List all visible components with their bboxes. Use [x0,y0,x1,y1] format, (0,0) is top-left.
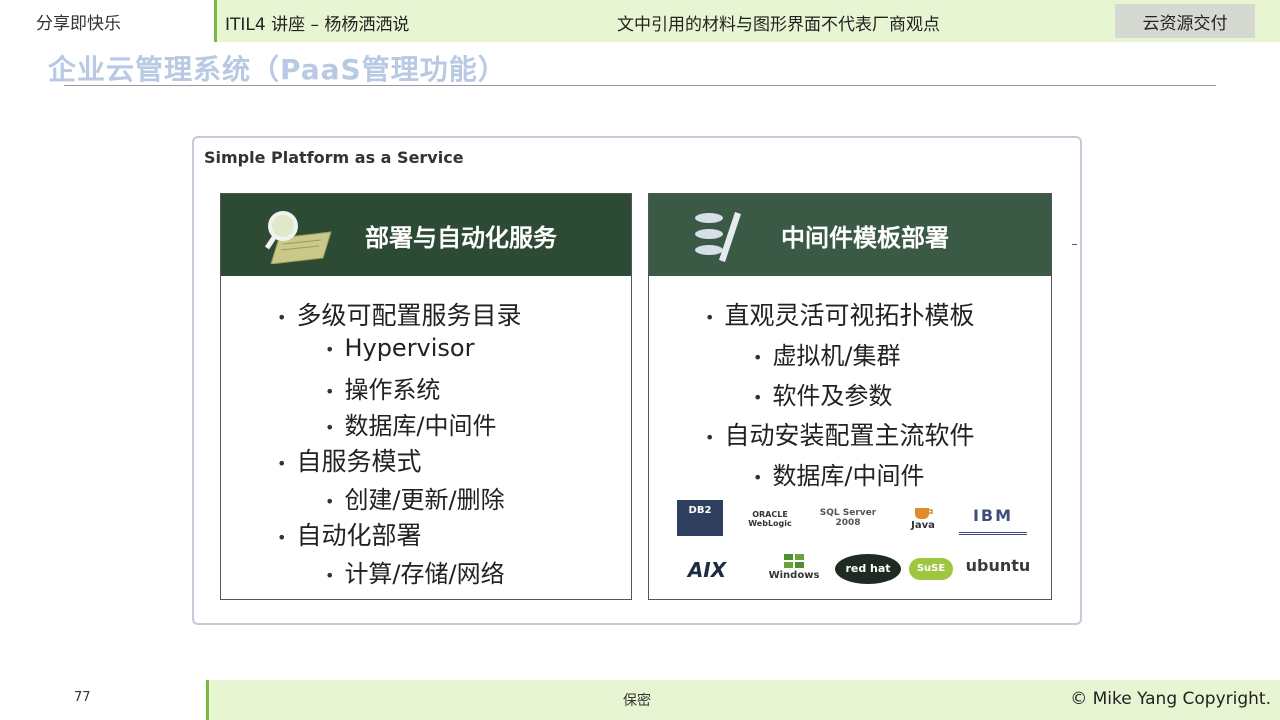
right-panel-title: 中间件模板部署 [781,223,949,252]
list-item: 多级可配置服务目录 [277,296,521,332]
coffee-cup-icon [915,508,933,519]
list-item: 自服务模式 [277,442,421,478]
list-item: Hypervisor [325,334,474,362]
vendor-logos: DB2 ORACLE WebLogic SQL Server 2008 Java… [665,496,1035,591]
header-left-label: 分享即快乐 [36,13,121,34]
sql-server-logo: SQL Server 2008 [819,508,877,528]
left-panel: 部署与自动化服务 多级可配置服务目录 Hypervisor 操作系统 数据库/中… [220,193,632,600]
ubuntu-logo: ubuntu [965,556,1031,575]
java-label: Java [911,520,935,531]
header-bar: ITIL4 讲座 – 杨杨洒洒说 文中引用的材料与图形界面不代表厂商观点 云资源… [214,0,1280,42]
lecture-title: ITIL4 讲座 – 杨杨洒洒说 [225,15,410,35]
right-panel: 中间件模板部署 直观灵活可视拓扑模板 虚拟机/集群 软件及参数 自动安装配置主流… [648,193,1052,600]
list-item: 数据库/中间件 [325,406,496,441]
header-left: 分享即快乐 [0,0,210,42]
magnifier-document-icon [261,208,341,268]
section-tag: 云资源交付 [1115,4,1255,38]
left-panel-title: 部署与自动化服务 [365,223,557,252]
decorative-dash [1072,244,1077,245]
list-item: 虚拟机/集群 [753,336,900,371]
list-item: 自动化部署 [277,516,421,552]
java-logo: Java [901,504,945,531]
stacked-discs-icon [689,208,749,268]
list-item: 自动安装配置主流软件 [705,416,974,452]
footer-bar: 保密 © Mike Yang Copyright. [206,680,1280,720]
list-item: 软件及参数 [753,376,892,411]
oracle-weblogic-logo: ORACLE WebLogic [748,510,792,528]
frame-label: Simple Platform as a Service [204,148,464,167]
db2-logo: DB2 [677,500,723,536]
page-number: 77 [74,690,91,705]
copyright-text: © Mike Yang Copyright. [1070,689,1271,709]
redhat-logo: red hat [835,554,901,584]
page-title: 企业云管理系统（PaaS管理功能） [48,53,507,86]
list-item: 直观灵活可视拓扑模板 [705,296,974,332]
ibm-logo: IBM [959,506,1027,535]
title-divider [64,85,1216,86]
list-item: 数据库/中间件 [753,456,924,491]
list-item: 操作系统 [325,370,440,405]
aix-logo: AIX [687,558,727,582]
windows-logo: Windows [763,552,825,581]
windows-label: Windows [768,570,820,581]
list-item: 创建/更新/删除 [325,480,504,515]
classification-label: 保密 [623,693,651,709]
left-panel-header: 部署与自动化服务 [221,194,631,276]
windows-flag-icon [784,554,804,568]
disclaimer-text: 文中引用的材料与图形界面不代表厂商观点 [617,15,940,35]
list-item: 计算/存储/网络 [325,554,504,589]
right-panel-header: 中间件模板部署 [649,194,1051,276]
suse-logo: SuSE [909,558,953,580]
content-frame: Simple Platform as a Service 部署与自动化服务 多级… [192,136,1082,625]
